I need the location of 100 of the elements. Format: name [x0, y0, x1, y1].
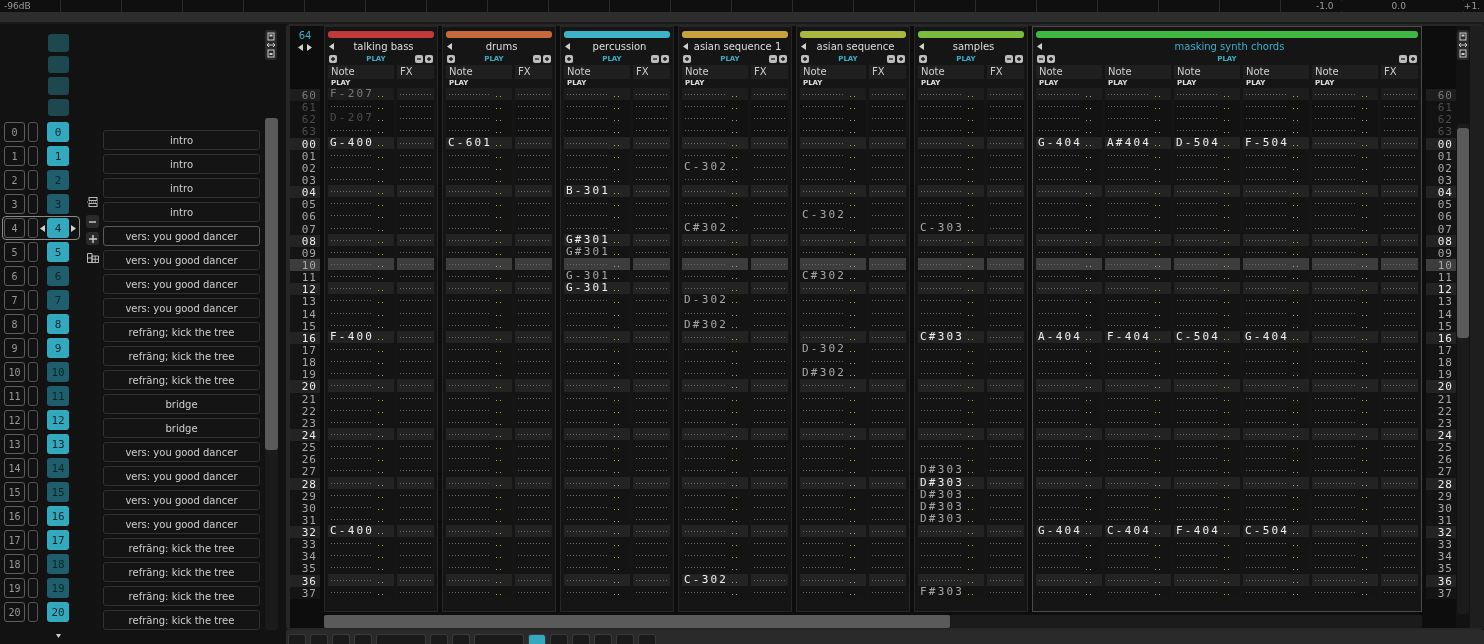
mute-slot[interactable] [28, 146, 38, 166]
sequence-index[interactable]: 15 [4, 482, 25, 502]
mute-slot[interactable] [28, 362, 38, 382]
sequence-index[interactable]: 10 [4, 362, 25, 382]
sequence-index[interactable]: 12 [4, 410, 25, 430]
minus-icon[interactable] [533, 55, 541, 63]
fx-cell[interactable] [397, 282, 434, 295]
track-name[interactable]: talking bass [334, 40, 433, 52]
fx-cell[interactable] [633, 185, 670, 198]
minus-icon[interactable] [887, 55, 895, 63]
fx-cell[interactable] [869, 379, 906, 392]
fx-cell[interactable] [987, 282, 1024, 295]
sequence-index[interactable]: 13 [4, 434, 25, 454]
section-name[interactable]: bridge [103, 418, 260, 438]
empty-pattern-slot[interactable] [48, 55, 69, 73]
sequence-index[interactable]: 3 [4, 194, 25, 214]
scrollbar-thumb[interactable] [1457, 128, 1469, 338]
plus-icon[interactable] [1015, 55, 1023, 63]
pattern-number[interactable]: 9 [47, 338, 69, 358]
section-name[interactable]: vers: you good dancer [103, 250, 260, 270]
track-name[interactable]: masking synth chords [1042, 40, 1417, 52]
mute-slot[interactable] [28, 242, 38, 262]
mute-slot[interactable] [28, 578, 38, 598]
mute-slot[interactable] [28, 458, 38, 478]
track-color-bar[interactable] [1036, 31, 1418, 38]
fx-cell[interactable] [1381, 379, 1418, 392]
note-cell[interactable]: F-207 [328, 88, 394, 101]
track-name[interactable]: asian sequence 1 [688, 40, 787, 52]
section-name[interactable]: refräng; kick the tree [103, 346, 260, 366]
track-color-bar[interactable] [918, 31, 1024, 38]
fx-cell[interactable] [987, 525, 1024, 538]
fx-cell[interactable] [987, 88, 1024, 101]
plus-icon[interactable] [897, 55, 905, 63]
pattern-number[interactable]: 12 [47, 410, 69, 430]
remove-button[interactable] [86, 215, 99, 228]
mute-slot[interactable] [28, 410, 38, 430]
sequence-index[interactable]: 20 [4, 602, 25, 622]
track-name[interactable]: percussion [570, 40, 669, 52]
section-name[interactable]: refräng: kick the tree [103, 586, 260, 606]
sequence-index[interactable]: 11 [4, 386, 25, 406]
pattern-number[interactable]: 5 [47, 242, 69, 262]
sequence-index[interactable]: 14 [4, 458, 25, 478]
minus-icon[interactable] [1399, 55, 1407, 63]
empty-pattern-slot[interactable] [48, 77, 69, 95]
toolbar-button[interactable] [528, 634, 546, 644]
fx-cell[interactable] [515, 525, 552, 538]
mute-slot[interactable] [28, 602, 38, 622]
collapse-arrow-icon[interactable] [447, 42, 452, 50]
fx-cell[interactable] [633, 282, 670, 295]
mute-slot[interactable] [28, 434, 38, 454]
sequence-index[interactable]: 19 [4, 578, 25, 598]
plus-icon[interactable] [425, 55, 433, 63]
section-name[interactable]: vers: you good dancer [103, 490, 260, 510]
minus-icon[interactable] [1005, 55, 1013, 63]
section-name[interactable]: refräng: kick the tree [103, 610, 260, 630]
selected-slot-frame[interactable]: 4 4 [2, 216, 80, 240]
collapse-arrow-icon[interactable] [1037, 42, 1042, 50]
section-name[interactable]: intro [103, 178, 260, 198]
fx-cell[interactable] [515, 379, 552, 392]
sequence-index[interactable]: 2 [4, 170, 25, 190]
section-name[interactable]: vers: you good dancer [103, 274, 260, 294]
plus-icon[interactable] [565, 55, 573, 63]
sequence-index[interactable]: 9 [4, 338, 25, 358]
plus-icon[interactable] [1047, 55, 1055, 63]
sequence-index[interactable]: 17 [4, 530, 25, 550]
fx-cell[interactable] [869, 88, 906, 101]
section-name[interactable]: intro [103, 154, 260, 174]
fx-cell[interactable] [1381, 525, 1418, 538]
track-color-bar[interactable] [446, 31, 552, 38]
note-cell[interactable]: C-400 [328, 525, 394, 538]
note-cell[interactable]: F-404 [1174, 525, 1240, 538]
section-name[interactable]: refräng: kick the tree [103, 538, 260, 558]
sequence-index[interactable]: 7 [4, 290, 25, 310]
sequence-index[interactable]: 16 [4, 506, 25, 526]
fx-cell[interactable] [397, 185, 434, 198]
fx-cell[interactable] [1381, 88, 1418, 101]
track-color-bar[interactable] [564, 31, 670, 38]
minus-icon[interactable] [1037, 55, 1045, 63]
collapse-arrow-icon[interactable] [329, 42, 334, 50]
section-name[interactable]: refräng; kick the tree [103, 322, 260, 342]
down-arrow-icon[interactable] [56, 633, 61, 640]
view-toggle-group[interactable] [1457, 30, 1469, 60]
section-name[interactable]: refräng: kick the tree [103, 562, 260, 582]
scrollbar-thumb[interactable] [324, 615, 950, 628]
sequence-index[interactable]: 5 [4, 242, 25, 262]
view-toggle-group[interactable] [265, 30, 277, 60]
note-cell[interactable]: C-404 [1105, 525, 1171, 538]
fx-cell[interactable] [397, 88, 434, 101]
mute-slot[interactable] [28, 530, 38, 550]
fx-cell[interactable] [397, 525, 434, 538]
plus-icon[interactable] [919, 55, 927, 63]
section-name[interactable]: vers: you good dancer [103, 442, 260, 462]
split-icon[interactable] [86, 197, 99, 207]
pattern-number[interactable]: 8 [47, 314, 69, 334]
mute-slot[interactable] [28, 506, 38, 526]
minus-icon[interactable] [651, 55, 659, 63]
empty-pattern-slot[interactable] [48, 34, 69, 52]
pattern-number[interactable]: 17 [47, 530, 69, 550]
track-name[interactable]: samples [924, 40, 1023, 52]
empty-pattern-slot[interactable] [48, 98, 69, 116]
